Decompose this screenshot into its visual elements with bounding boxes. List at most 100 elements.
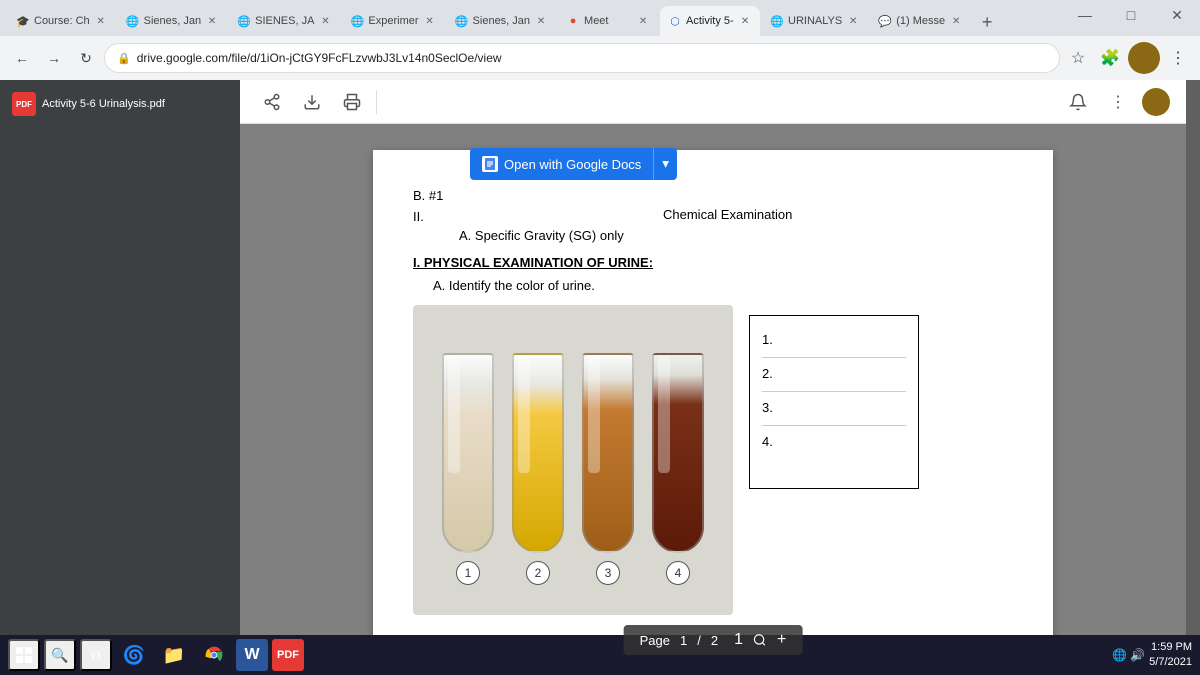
search-taskbar-button[interactable]: 🔍 bbox=[44, 639, 76, 671]
new-tab-button[interactable]: + bbox=[973, 8, 1001, 36]
tube-wrapper-3: 3 bbox=[582, 353, 634, 585]
zoom-out-button[interactable]: 1 bbox=[734, 631, 743, 649]
tab-sienes3[interactable]: 🌐 Sienes, Jan ✕ bbox=[447, 6, 556, 36]
acrobat-button[interactable]: PDF bbox=[272, 639, 304, 671]
tab-meet[interactable]: ● Meet ✕ bbox=[558, 6, 658, 36]
bookmark-button[interactable]: ☆ bbox=[1064, 44, 1092, 72]
tab-close-sienes3[interactable]: ✕ bbox=[534, 14, 548, 28]
tab-favicon-sienes2: 🌐 bbox=[237, 14, 251, 28]
browser-toolbar-right: ☆ 🧩 ⋮ bbox=[1064, 42, 1192, 74]
answer-box: 1. 2. 3. 4. bbox=[749, 315, 919, 489]
tab-messenger[interactable]: 💬 (1) Messe ✕ bbox=[870, 6, 971, 36]
tab-urinalysis[interactable]: 🌐 URINALYS ✕ bbox=[762, 6, 868, 36]
tube-2 bbox=[512, 353, 564, 553]
open-with-label: Open with Google Docs bbox=[504, 157, 641, 172]
pdf-content: B. #1 II. Chemical Examination A. Specif… bbox=[413, 188, 1013, 615]
back-button[interactable]: ← bbox=[8, 44, 36, 72]
tube-4 bbox=[652, 353, 704, 553]
answer-line-1: 1. bbox=[762, 324, 906, 358]
start-button[interactable] bbox=[8, 639, 40, 671]
lock-icon: 🔒 bbox=[117, 52, 131, 65]
print-icon-button[interactable] bbox=[336, 86, 368, 118]
url-bar[interactable]: 🔒 drive.google.com/file/d/1iOn-jCtGY9FcF… bbox=[104, 43, 1060, 73]
tab-close-sienes2[interactable]: ✕ bbox=[318, 14, 332, 28]
tab-close-sienes1[interactable]: ✕ bbox=[205, 14, 219, 28]
tab-favicon-meet: ● bbox=[566, 14, 580, 28]
tab-favicon-activity: ⬡ bbox=[668, 14, 682, 28]
toolbar-avatar[interactable] bbox=[1142, 88, 1170, 116]
refresh-button[interactable]: ↻ bbox=[72, 44, 100, 72]
share-icon-button[interactable] bbox=[256, 86, 288, 118]
open-with-dropdown-button[interactable]: ▾ bbox=[653, 148, 677, 180]
tab-close-urinalysis[interactable]: ✕ bbox=[846, 14, 860, 28]
tab-activity[interactable]: ⬡ Activity 5- ✕ bbox=[660, 6, 760, 36]
tube-wrapper-4: 4 bbox=[652, 353, 704, 585]
tube-1 bbox=[442, 353, 494, 553]
menu-button[interactable]: ⋮ bbox=[1164, 44, 1192, 72]
zoom-in-button[interactable]: + bbox=[777, 631, 786, 649]
pdf-icon: PDF bbox=[12, 92, 36, 116]
chrome-button[interactable] bbox=[196, 637, 232, 673]
forward-button[interactable]: → bbox=[40, 44, 68, 72]
url-text: drive.google.com/file/d/1iOn-jCtGY9FcFLz… bbox=[137, 51, 502, 65]
chemical-examination-label: Chemical Examination bbox=[663, 207, 792, 222]
taskbar: 🔍 ⧉ 🌀 📁 W PDF 🌐 🔊 1:59 PM 5/7/2 bbox=[0, 635, 1200, 675]
tab-experiment[interactable]: 🌐 Experimer ✕ bbox=[342, 6, 444, 36]
tab-label-urinalysis: URINALYS bbox=[788, 15, 842, 27]
tab-favicon-experiment: 🌐 bbox=[350, 14, 364, 28]
zoom-fit-button[interactable] bbox=[753, 633, 767, 647]
extensions-button[interactable]: 🧩 bbox=[1096, 44, 1124, 72]
tube-label-1: 1 bbox=[456, 561, 480, 585]
tab-close-activity[interactable]: ✕ bbox=[738, 14, 752, 28]
section-a-label: A. Identify the color of urine. bbox=[433, 278, 1013, 293]
left-sidebar: PDF Activity 5-6 Urinalysis.pdf bbox=[0, 80, 240, 675]
tab-favicon-sienes1: 🌐 bbox=[126, 14, 140, 28]
tube-label-2: 2 bbox=[526, 561, 550, 585]
tab-close-course[interactable]: ✕ bbox=[94, 14, 108, 28]
maximize-button[interactable]: □ bbox=[1108, 0, 1154, 30]
close-button[interactable]: ✕ bbox=[1154, 0, 1200, 30]
more-options-button[interactable]: ⋮ bbox=[1102, 86, 1134, 118]
page-label: Page bbox=[640, 633, 670, 648]
plus-icon: + bbox=[777, 631, 786, 649]
toolbar-separator bbox=[376, 90, 377, 114]
browser-window: 🎓 Course: Ch ✕ 🌐 Sienes, Jan ✕ 🌐 SIENES,… bbox=[0, 0, 1200, 675]
tubes-container: 1 2 bbox=[413, 305, 1013, 615]
task-view-button[interactable]: ⧉ bbox=[80, 639, 112, 671]
right-scrollbar bbox=[1186, 80, 1200, 675]
tube-label-3: 3 bbox=[596, 561, 620, 585]
tab-label-experiment: Experimer bbox=[368, 15, 418, 27]
chevron-down-icon: ▾ bbox=[662, 156, 669, 172]
file-explorer-button[interactable]: 📁 bbox=[156, 637, 192, 673]
answer-line-3: 3. bbox=[762, 392, 906, 426]
tab-close-experiment[interactable]: ✕ bbox=[423, 14, 437, 28]
avatar[interactable] bbox=[1128, 42, 1160, 74]
notification-button[interactable] bbox=[1062, 86, 1094, 118]
tab-label-course: Course: Ch bbox=[34, 15, 90, 27]
tab-close-messenger[interactable]: ✕ bbox=[949, 14, 963, 28]
pdf-file-label: PDF Activity 5-6 Urinalysis.pdf bbox=[0, 80, 240, 128]
tab-label-sienes2: SIENES, JA bbox=[255, 15, 314, 27]
taskbar-date: 5/7/2021 bbox=[1149, 655, 1192, 670]
tube-wrapper-1: 1 bbox=[442, 353, 494, 585]
tab-close-meet[interactable]: ✕ bbox=[636, 14, 650, 28]
tab-course[interactable]: 🎓 Course: Ch ✕ bbox=[8, 6, 116, 36]
word-app-button[interactable]: W bbox=[236, 639, 268, 671]
answer-line-4: 4. bbox=[762, 426, 906, 480]
roman-numeral: II. bbox=[413, 209, 443, 224]
save-icon-button[interactable] bbox=[296, 86, 328, 118]
tab-sienes2[interactable]: 🌐 SIENES, JA ✕ bbox=[229, 6, 340, 36]
tab-favicon-course: 🎓 bbox=[16, 14, 30, 28]
minimize-button[interactable]: — bbox=[1062, 0, 1108, 30]
edge-app-button[interactable]: 🌀 bbox=[116, 637, 152, 673]
tab-label-sienes3: Sienes, Jan bbox=[473, 15, 530, 27]
pdf-viewer[interactable]: ⋮ Open with Google Docs bbox=[240, 80, 1186, 675]
content-area: PDF Activity 5-6 Urinalysis.pdf bbox=[0, 80, 1200, 675]
tab-label-messenger: (1) Messe bbox=[896, 15, 945, 27]
open-with-google-docs-button[interactable]: Open with Google Docs bbox=[470, 148, 653, 180]
page-separator: / bbox=[697, 633, 701, 648]
pdf-viewer-toolbar: ⋮ bbox=[240, 80, 1186, 124]
tab-label-meet: Meet bbox=[584, 15, 608, 27]
page-current: 1 bbox=[680, 633, 687, 648]
tab-sienes1[interactable]: 🌐 Sienes, Jan ✕ bbox=[118, 6, 227, 36]
